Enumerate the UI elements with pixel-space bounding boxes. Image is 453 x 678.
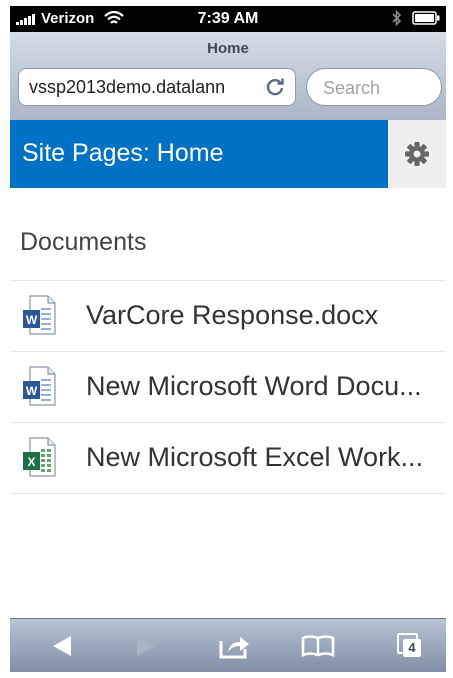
search-field[interactable] [306, 68, 442, 106]
documents-list: W VarCore Response.docx W New Microsoft … [10, 280, 446, 494]
bluetooth-icon [392, 10, 402, 26]
tabs-count: 4 [403, 639, 421, 657]
bookmarks-book-icon [301, 635, 335, 657]
list-item[interactable]: W VarCore Response.docx [10, 280, 446, 351]
gear-icon [405, 142, 429, 166]
tabs-pages-icon: 4 [397, 633, 423, 659]
battery-icon [412, 11, 440, 25]
back-button[interactable] [42, 631, 82, 661]
site-title: Site Pages: Home [22, 139, 224, 167]
url-text[interactable]: vssp2013demo.datalann [29, 77, 257, 98]
iphone-screen: Verizon 7:39 AM Home vssp2013demo.datala… [10, 6, 446, 672]
status-time: 7:39 AM [197, 10, 259, 27]
forward-button[interactable] [126, 631, 166, 661]
back-arrow-icon [53, 636, 71, 656]
list-item[interactable]: X New Microsoft Excel Work... [10, 422, 446, 494]
svg-text:W: W [26, 384, 38, 398]
settings-button[interactable] [388, 120, 446, 188]
address-bar[interactable]: vssp2013demo.datalann [18, 68, 296, 106]
status-right [392, 10, 440, 26]
browser-toolbar: 4 [10, 618, 446, 672]
document-name[interactable]: New Microsoft Word Docu... [86, 371, 438, 402]
page-title: Home [207, 40, 249, 57]
search-input[interactable] [321, 77, 435, 100]
share-button[interactable] [215, 631, 255, 661]
share-icon [219, 637, 249, 659]
list-item[interactable]: W New Microsoft Word Docu... [10, 351, 446, 422]
browser-header: Home vssp2013demo.datalann [10, 32, 446, 121]
word-doc-icon: W [23, 366, 56, 406]
word-doc-icon: W [23, 295, 56, 335]
excel-doc-icon: X [23, 437, 56, 477]
tabs-button[interactable]: 4 [390, 631, 430, 661]
svg-text:X: X [27, 455, 35, 469]
site-title-bar: Site Pages: Home [10, 120, 388, 188]
documents-heading: Documents [20, 228, 147, 256]
bookmarks-button[interactable] [298, 631, 338, 661]
document-name[interactable]: New Microsoft Excel Work... [86, 442, 438, 473]
document-name[interactable]: VarCore Response.docx [86, 300, 438, 331]
site-header: Site Pages: Home [10, 120, 446, 188]
forward-arrow-icon [137, 636, 155, 656]
reload-icon[interactable] [263, 75, 287, 99]
status-bar: Verizon 7:39 AM [10, 6, 446, 32]
svg-text:W: W [26, 313, 38, 327]
